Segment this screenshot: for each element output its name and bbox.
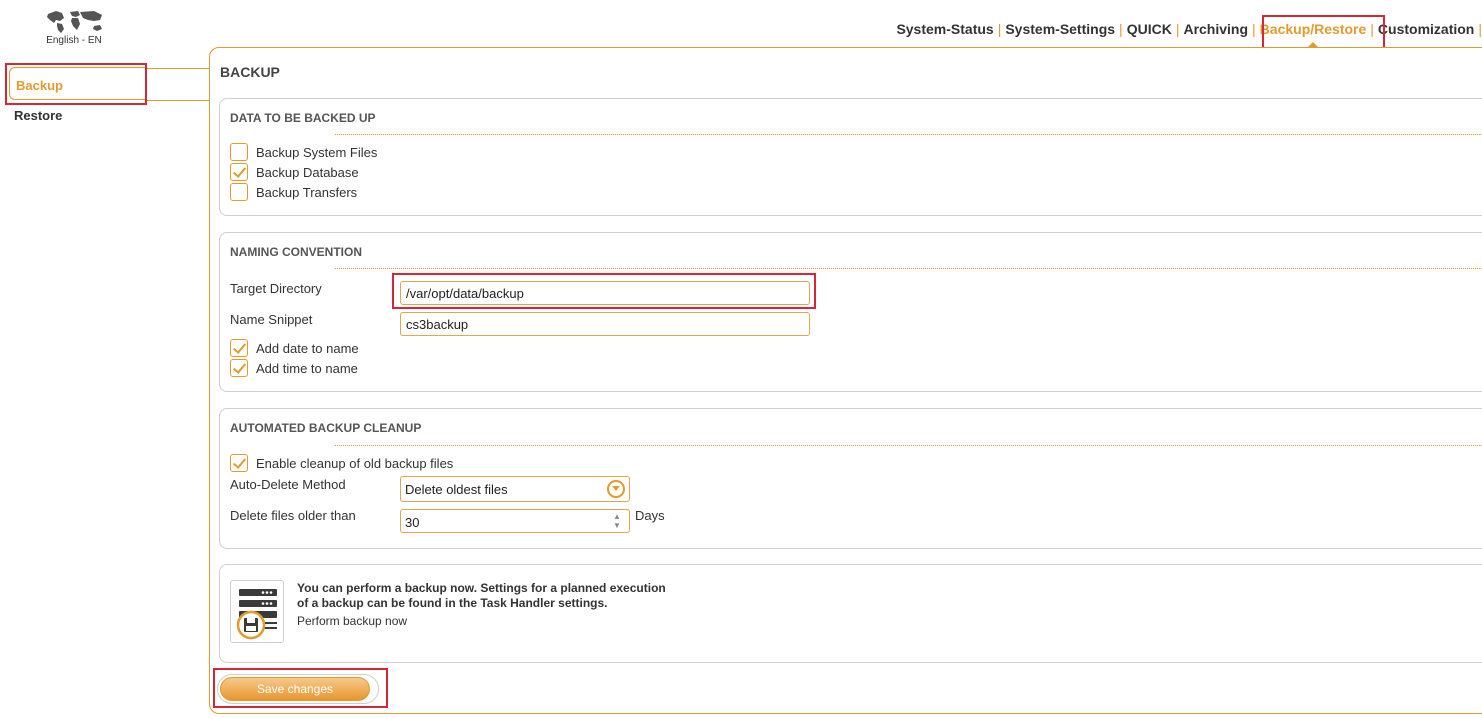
nav-quick[interactable]: QUICK <box>1123 21 1176 37</box>
auto-delete-method-label: Auto-Delete Method <box>230 477 346 492</box>
info-line-1: You can perform a backup now. Settings f… <box>297 581 666 595</box>
sidebar-connector <box>146 68 210 69</box>
auto-delete-method-select[interactable]: Delete oldest files <box>400 476 630 502</box>
name-snippet-label: Name Snippet <box>230 312 313 327</box>
perform-backup-now-link[interactable]: Perform backup now <box>297 614 666 629</box>
option-add-date[interactable]: Add date to name <box>230 339 359 357</box>
delete-older-than-label: Delete files older than <box>230 508 356 523</box>
nav-archiving[interactable]: Archiving <box>1179 21 1252 37</box>
section-title: DATA TO BE BACKED UP <box>230 111 376 125</box>
section-data-to-backup: DATA TO BE BACKED UP Backup System Files… <box>219 98 1482 216</box>
backup-server-icon[interactable] <box>230 580 284 643</box>
checkbox-label: Backup Transfers <box>256 184 358 200</box>
target-directory-input[interactable] <box>400 281 810 305</box>
dropdown-arrow-icon <box>607 480 625 498</box>
checkbox-backup-system-files[interactable] <box>230 143 248 161</box>
checkbox-label: Backup Database <box>256 164 359 180</box>
spin-down-icon[interactable]: ▼ <box>611 521 623 530</box>
checkbox-backup-transfers[interactable] <box>230 183 248 201</box>
section-title: AUTOMATED BACKUP CLEANUP <box>230 421 422 435</box>
checkbox-label: Enable cleanup of old backup files <box>256 455 454 471</box>
info-line-2: of a backup can be found in the Task Han… <box>297 596 608 610</box>
number-value: 30 <box>405 515 420 530</box>
section-automated-cleanup: AUTOMATED BACKUP CLEANUP Enable cleanup … <box>219 408 1482 549</box>
option-backup-database[interactable]: Backup Database <box>230 163 359 181</box>
divider <box>335 268 1482 269</box>
section-title: NAMING CONVENTION <box>230 245 362 259</box>
top-navigation: System-Status | System-Settings | QUICK … <box>892 21 1482 47</box>
page-title: BACKUP <box>220 64 280 80</box>
option-backup-transfers[interactable]: Backup Transfers <box>230 183 357 201</box>
section-naming-convention: NAMING CONVENTION Target Directory Name … <box>219 232 1482 392</box>
language-label: English - EN <box>46 35 102 46</box>
divider <box>335 134 1482 135</box>
save-changes-button[interactable]: Save changes <box>220 677 370 701</box>
sidebar-item-restore[interactable]: Restore <box>9 108 62 123</box>
nav-system-status[interactable]: System-Status <box>892 21 997 37</box>
divider <box>335 445 1482 446</box>
nav-system-settings[interactable]: System-Settings <box>1001 21 1119 37</box>
nav-backup-restore[interactable]: Backup/Restore <box>1256 21 1371 47</box>
section-perform-backup: You can perform a backup now. Settings f… <box>219 564 1482 663</box>
checkbox-label: Add date to name <box>256 340 359 356</box>
backup-info: You can perform a backup now. Settings f… <box>297 581 666 629</box>
save-button-wrapper: Save changes <box>217 674 379 704</box>
checkbox-add-time[interactable] <box>230 359 248 377</box>
option-enable-cleanup[interactable]: Enable cleanup of old backup files <box>230 454 453 472</box>
option-backup-system-files[interactable]: Backup System Files <box>230 143 377 161</box>
checkbox-add-date[interactable] <box>230 339 248 357</box>
checkbox-label: Add time to name <box>256 360 358 376</box>
number-spinner[interactable]: ▲ ▼ <box>611 512 623 530</box>
sidebar-item-backup[interactable]: Backup <box>9 67 146 100</box>
delete-older-than-input[interactable]: 30 ▲ ▼ <box>400 509 630 533</box>
checkbox-enable-cleanup[interactable] <box>230 454 248 472</box>
nav-customization[interactable]: Customization <box>1374 21 1478 37</box>
sidebar-connector <box>146 100 210 101</box>
spin-up-icon[interactable]: ▲ <box>611 512 623 521</box>
delete-older-than-unit: Days <box>635 508 665 523</box>
select-value: Delete oldest files <box>405 482 508 497</box>
world-map-icon <box>47 11 102 33</box>
option-add-time[interactable]: Add time to name <box>230 359 358 377</box>
nav-separator: | <box>1478 21 1482 37</box>
checkbox-label: Backup System Files <box>256 144 378 160</box>
checkbox-backup-database[interactable] <box>230 163 248 181</box>
name-snippet-input[interactable] <box>400 312 810 336</box>
language-selector[interactable]: English - EN <box>38 8 110 46</box>
target-directory-label: Target Directory <box>230 281 322 296</box>
